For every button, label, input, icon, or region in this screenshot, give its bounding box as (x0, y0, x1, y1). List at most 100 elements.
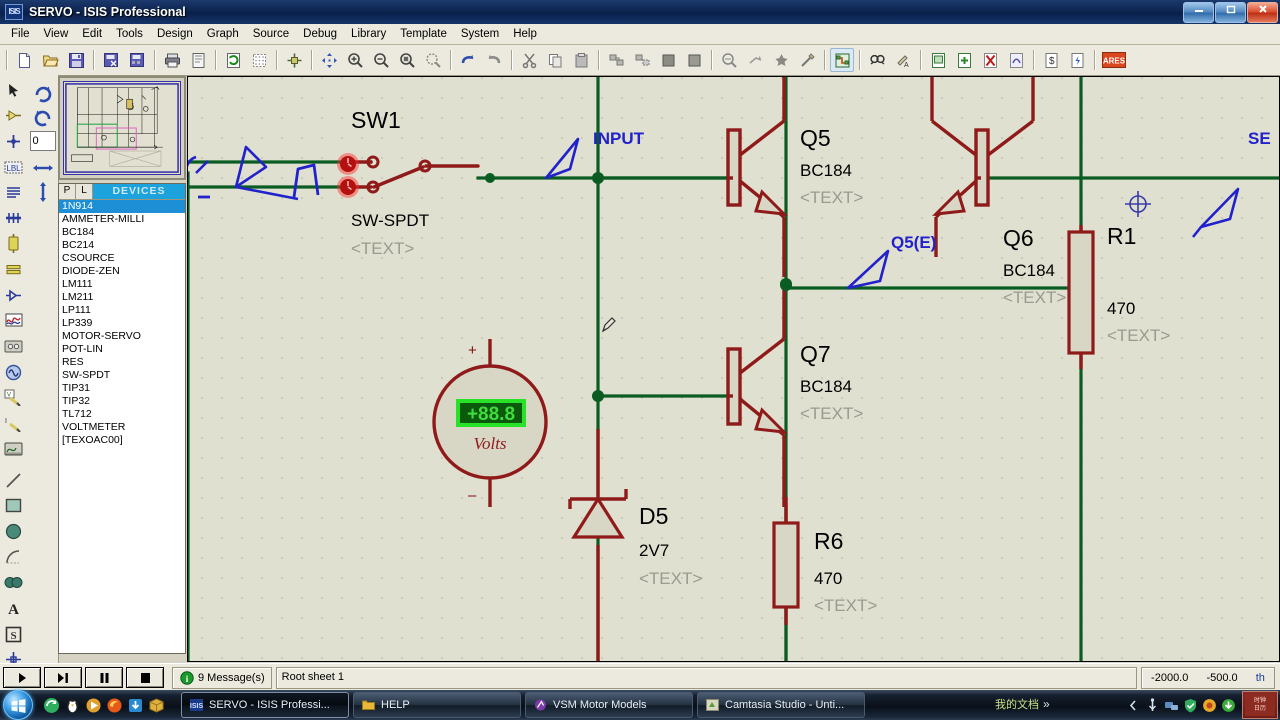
device-list-item[interactable]: BC184 (59, 226, 185, 239)
box-app-icon[interactable] (148, 697, 165, 714)
voltage-probe-icon[interactable]: V (1, 385, 26, 410)
device-list-item[interactable]: TIP31 (59, 382, 185, 395)
component-text-q6[interactable]: <TEXT> (1003, 288, 1066, 308)
menu-help[interactable]: Help (506, 25, 544, 43)
component-value-sw1[interactable]: SW-SPDT (351, 211, 429, 231)
menu-debug[interactable]: Debug (296, 25, 344, 43)
text-script-icon[interactable] (1, 180, 26, 205)
menu-tools[interactable]: Tools (109, 25, 150, 43)
menu-source[interactable]: Source (246, 25, 296, 43)
schematic-canvas[interactable]: +88.8 Volts SW1 SW-SPDT <TEXT> INPUT Q5 … (188, 77, 1279, 661)
refresh-icon[interactable] (221, 48, 245, 72)
mirror-horizontal-icon[interactable] (30, 156, 56, 180)
rotation-angle-input[interactable]: 0 (29, 131, 56, 151)
device-list-item[interactable]: POT-LIN (59, 343, 185, 356)
play-icon[interactable] (3, 667, 41, 688)
undo-icon[interactable] (456, 48, 480, 72)
usb-icon[interactable] (1145, 697, 1160, 713)
taskbar-item-vsm[interactable]: VSM Motor Models (525, 692, 693, 718)
net-label-se[interactable]: SE (1248, 129, 1271, 149)
firefox-icon[interactable] (106, 697, 123, 714)
exit-sheet-icon[interactable] (1004, 48, 1028, 72)
component-ref-d5[interactable]: D5 (639, 503, 668, 530)
net-label-input[interactable]: INPUT (593, 129, 644, 149)
block-copy-icon[interactable] (604, 48, 628, 72)
ares-icon[interactable]: ARES (1100, 48, 1128, 72)
zoom-in-icon[interactable] (343, 48, 367, 72)
device-list-item[interactable]: BC214 (59, 239, 185, 252)
bill-of-materials-icon[interactable]: $ (1039, 48, 1063, 72)
device-list-item[interactable]: LM111 (59, 278, 185, 291)
paste-icon[interactable] (569, 48, 593, 72)
erc-icon[interactable] (1065, 48, 1089, 72)
export-section-icon[interactable] (125, 48, 149, 72)
current-probe-icon[interactable]: I (1, 411, 26, 436)
block-move-icon[interactable] (630, 48, 654, 72)
component-value-q5[interactable]: BC184 (800, 161, 852, 181)
component-text-q7[interactable]: <TEXT> (800, 404, 863, 424)
block-rotate-icon[interactable] (656, 48, 680, 72)
subcircuit-icon[interactable] (1, 232, 26, 257)
circle-icon[interactable] (1, 519, 26, 544)
component-ref-q7[interactable]: Q7 (800, 341, 831, 368)
open-folder-icon[interactable] (38, 48, 62, 72)
pan-icon[interactable] (317, 48, 341, 72)
package-tool-icon[interactable] (769, 48, 793, 72)
clock-widget[interactable]: 时钟 日历 (1242, 691, 1278, 719)
component-value-q7[interactable]: BC184 (800, 377, 852, 397)
box-icon[interactable] (1, 494, 26, 519)
qq-penguin-icon[interactable] (64, 697, 81, 714)
device-list-item[interactable]: MOTOR-SERVO (59, 330, 185, 343)
pause-icon[interactable] (85, 667, 123, 688)
component-ref-q5[interactable]: Q5 (800, 125, 831, 152)
device-list-item[interactable]: LP339 (59, 317, 185, 330)
taskbar-item-camtasia[interactable]: Camtasia Studio - Unti... (697, 692, 865, 718)
generator-icon[interactable] (1, 360, 26, 385)
device-list-item[interactable]: LP111 (59, 304, 185, 317)
menu-design[interactable]: Design (150, 25, 200, 43)
devices-col-p[interactable]: P (59, 184, 76, 199)
line-icon[interactable] (1, 468, 26, 493)
arc-icon[interactable] (1, 545, 26, 570)
component-ref-q6[interactable]: Q6 (1003, 225, 1034, 252)
device-list-item[interactable]: DIODE-ZEN (59, 265, 185, 278)
component-text-r6[interactable]: <TEXT> (814, 596, 877, 616)
cut-icon[interactable] (517, 48, 541, 72)
device-list-item[interactable]: 1N914 (59, 200, 185, 213)
device-list-item[interactable]: TIP32 (59, 395, 185, 408)
menu-template[interactable]: Template (393, 25, 454, 43)
rotate-clockwise-icon[interactable] (30, 81, 56, 105)
menu-system[interactable]: System (454, 25, 506, 43)
property-assign-icon[interactable]: A (891, 48, 915, 72)
zoom-area-icon[interactable] (421, 48, 445, 72)
add-sheet-icon[interactable] (952, 48, 976, 72)
menu-file[interactable]: File (4, 25, 37, 43)
schematic-editor[interactable]: +88.8 Volts SW1 SW-SPDT <TEXT> INPUT Q5 … (187, 76, 1280, 662)
component-text-sw1[interactable]: <TEXT> (351, 239, 414, 259)
component-value-q6[interactable]: BC184 (1003, 261, 1055, 281)
menu-library[interactable]: Library (344, 25, 393, 43)
component-ref-r6[interactable]: R6 (814, 528, 843, 555)
save-icon[interactable] (64, 48, 88, 72)
update-icon[interactable] (1221, 698, 1236, 713)
pick-device-icon[interactable] (717, 48, 741, 72)
menu-view[interactable]: View (37, 25, 76, 43)
network-icon[interactable] (1164, 698, 1179, 713)
menu-graph[interactable]: Graph (200, 25, 246, 43)
make-device-icon[interactable] (743, 48, 767, 72)
tape-recorder-icon[interactable] (1, 334, 26, 359)
devices-col-l[interactable]: L (76, 184, 93, 199)
component-text-q5[interactable]: <TEXT> (800, 188, 863, 208)
copy-icon[interactable] (543, 48, 567, 72)
component-text-d5[interactable]: <TEXT> (639, 569, 702, 589)
graph-icon[interactable] (1, 308, 26, 333)
browser-icon[interactable] (43, 697, 60, 714)
component-text-r1[interactable]: <TEXT> (1107, 326, 1170, 346)
rotate-counterclockwise-icon[interactable] (30, 105, 56, 129)
devices-panel[interactable]: P L DEVICES 1N914 AMMETER-MILLI BC184 BC214… (58, 183, 186, 654)
minimize-button[interactable] (1183, 2, 1214, 23)
restore-button[interactable] (1215, 2, 1246, 23)
component-icon[interactable] (1, 104, 26, 129)
language-indicator[interactable]: 我的文档 (995, 696, 1039, 712)
wire-autorouter-icon[interactable] (830, 48, 854, 72)
